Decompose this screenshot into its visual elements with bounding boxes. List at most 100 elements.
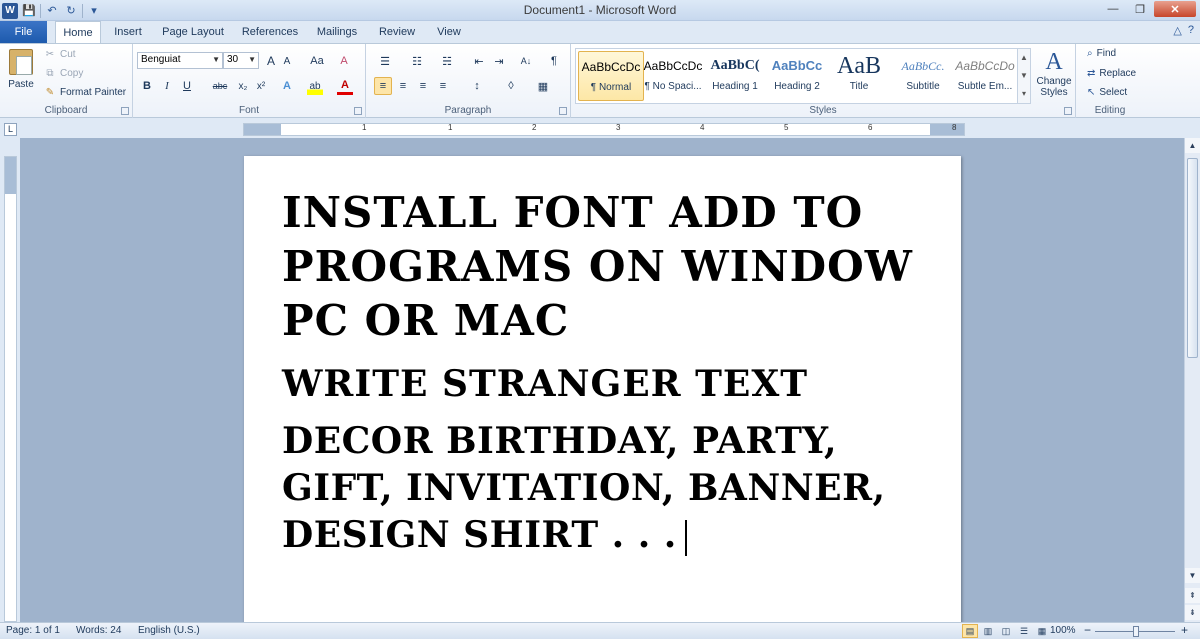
- outline-view-icon[interactable]: ☰: [1016, 624, 1032, 638]
- font-launcher-icon[interactable]: [354, 107, 362, 115]
- align-right-button[interactable]: ≡: [414, 77, 432, 95]
- style-heading-2[interactable]: AaBbCc Heading 2: [764, 51, 830, 101]
- ruler-number: 1: [362, 123, 367, 132]
- ribbon: Paste ✂ Cut ⧉ Copy ✎ Format Painter Clip…: [0, 43, 1200, 118]
- previous-page-icon[interactable]: ⇞: [1185, 588, 1200, 603]
- underline-button[interactable]: U: [179, 77, 195, 95]
- cut-button[interactable]: ✂ Cut: [44, 49, 76, 60]
- decrease-indent-button[interactable]: ⇤: [470, 52, 488, 70]
- strikethrough-button[interactable]: abc: [209, 77, 231, 95]
- paragraph-1[interactable]: Install font add to programs on window P…: [282, 186, 922, 348]
- style-subtitle[interactable]: AaBbCc. Subtitle: [890, 51, 956, 101]
- line-spacing-button[interactable]: ↕: [466, 77, 488, 95]
- multilevel-list-button[interactable]: ☵: [436, 52, 458, 70]
- style-subtle-emphasis[interactable]: AaBbCcDo Subtle Em...: [952, 51, 1018, 101]
- borders-button[interactable]: ▦: [532, 77, 554, 95]
- style-name: ¶ No Spaci...: [644, 81, 702, 92]
- align-left-button[interactable]: ≡: [374, 77, 392, 95]
- tab-view[interactable]: View: [430, 21, 468, 43]
- draft-view-icon[interactable]: ▦: [1034, 624, 1050, 638]
- style-normal[interactable]: AaBbCcDc ¶ Normal: [578, 51, 644, 101]
- zoom-slider-thumb[interactable]: [1133, 626, 1139, 637]
- zoom-in-button[interactable]: +: [1181, 623, 1188, 637]
- tab-references[interactable]: References: [238, 21, 302, 43]
- change-styles-button[interactable]: A Change Styles: [1034, 48, 1074, 98]
- shrink-font-button[interactable]: A: [281, 52, 293, 70]
- select-icon: ↖: [1087, 87, 1096, 98]
- clear-formatting-button[interactable]: A: [336, 52, 352, 70]
- grow-font-button[interactable]: A: [264, 52, 278, 70]
- numbering-button[interactable]: ☷: [406, 52, 428, 70]
- gallery-scroll[interactable]: ▲ ▼ ▾: [1017, 48, 1031, 104]
- tab-page-layout[interactable]: Page Layout: [158, 21, 228, 43]
- tab-review[interactable]: Review: [374, 21, 420, 43]
- font-name-combo[interactable]: Benguiat ▼: [137, 52, 223, 69]
- full-screen-reading-icon[interactable]: ▥: [980, 624, 996, 638]
- minimize-button[interactable]: —: [1100, 1, 1126, 17]
- select-button[interactable]: ↖ Select: [1087, 87, 1127, 98]
- bullets-button[interactable]: ☰: [374, 52, 396, 70]
- justify-button[interactable]: ≡: [434, 77, 452, 95]
- superscript-button[interactable]: x²: [253, 77, 269, 95]
- text-effects-button[interactable]: A: [279, 77, 295, 95]
- paragraph-launcher-icon[interactable]: [559, 107, 567, 115]
- subscript-button[interactable]: x₂: [235, 77, 251, 95]
- tab-home[interactable]: Home: [55, 21, 101, 44]
- paste-button[interactable]: Paste: [4, 47, 38, 97]
- styles-launcher-icon[interactable]: [1064, 107, 1072, 115]
- horizontal-ruler[interactable]: 1 1 2 3 4 5 6 8: [243, 123, 965, 136]
- editing-group-label: Editing: [1094, 105, 1126, 116]
- next-page-icon[interactable]: ⇟: [1185, 605, 1200, 620]
- paragraph-group-label: Paragraph: [444, 105, 492, 116]
- vertical-ruler[interactable]: [4, 156, 17, 622]
- bold-button[interactable]: B: [139, 77, 155, 95]
- shading-button[interactable]: ◊: [500, 77, 522, 95]
- document-page[interactable]: Install font add to programs on window P…: [244, 156, 961, 622]
- tab-selector-button[interactable]: L: [4, 123, 17, 136]
- italic-button[interactable]: I: [159, 77, 175, 95]
- style-heading-1[interactable]: AaBbC( Heading 1: [702, 51, 768, 101]
- paragraph-2[interactable]: Write stranger text: [282, 359, 922, 409]
- close-button[interactable]: ✕: [1154, 1, 1196, 17]
- copy-icon: ⧉: [46, 68, 54, 79]
- sort-button[interactable]: A↓: [516, 52, 536, 70]
- language-indicator[interactable]: English (U.S.): [138, 625, 200, 636]
- tab-mailings[interactable]: Mailings: [310, 21, 364, 43]
- paragraph-3[interactable]: Decor birthday, party, gift, invitation,…: [282, 418, 922, 559]
- replace-icon: ⇄: [1087, 68, 1096, 79]
- style-title[interactable]: AaB Title: [826, 51, 892, 101]
- ruler-number: 4: [700, 123, 705, 132]
- tab-file[interactable]: File: [0, 21, 47, 43]
- web-layout-icon[interactable]: ◫: [998, 624, 1014, 638]
- zoom-out-button[interactable]: −: [1084, 623, 1091, 637]
- help-icon[interactable]: ?: [1188, 24, 1194, 37]
- scroll-up-icon[interactable]: ▲: [1185, 138, 1200, 153]
- clipboard-launcher-icon[interactable]: [121, 107, 129, 115]
- copy-button[interactable]: ⧉ Copy: [44, 68, 83, 79]
- vertical-scrollbar[interactable]: ▲ ▼ ⇞ ⇟: [1184, 138, 1200, 622]
- change-styles-icon: A: [1045, 49, 1063, 75]
- zoom-level[interactable]: 100%: [1050, 625, 1076, 636]
- show-marks-button[interactable]: ¶: [546, 52, 562, 70]
- font-size-combo[interactable]: 30 ▼: [223, 52, 259, 69]
- tab-insert[interactable]: Insert: [108, 21, 148, 43]
- minimize-ribbon-icon[interactable]: △: [1173, 24, 1181, 37]
- replace-button[interactable]: ⇄ Replace: [1087, 68, 1136, 79]
- style-no-spacing[interactable]: AaBbCcDc ¶ No Spaci...: [640, 51, 706, 101]
- print-layout-view-icon[interactable]: ▤: [962, 624, 978, 638]
- page-count[interactable]: Page: 1 of 1: [6, 625, 60, 636]
- style-sample: AaB: [837, 53, 881, 79]
- change-case-button[interactable]: Aa: [305, 52, 329, 70]
- highlight-button[interactable]: ab: [307, 77, 323, 95]
- scroll-thumb[interactable]: [1187, 158, 1198, 358]
- increase-indent-button[interactable]: ⇥: [490, 52, 508, 70]
- center-button[interactable]: ≡: [394, 77, 412, 95]
- restore-button[interactable]: ❐: [1127, 1, 1153, 17]
- ruler-number: 3: [616, 123, 621, 132]
- find-button[interactable]: ⌕ Find: [1087, 48, 1116, 59]
- font-color-button[interactable]: A: [337, 77, 353, 95]
- scroll-down-icon[interactable]: ▼: [1185, 568, 1200, 583]
- format-painter-button[interactable]: ✎ Format Painter: [44, 87, 126, 98]
- font-group: Benguiat ▼ 30 ▼ A A Aa A B I U abc x₂ x²…: [133, 44, 366, 118]
- word-count[interactable]: Words: 24: [76, 625, 121, 636]
